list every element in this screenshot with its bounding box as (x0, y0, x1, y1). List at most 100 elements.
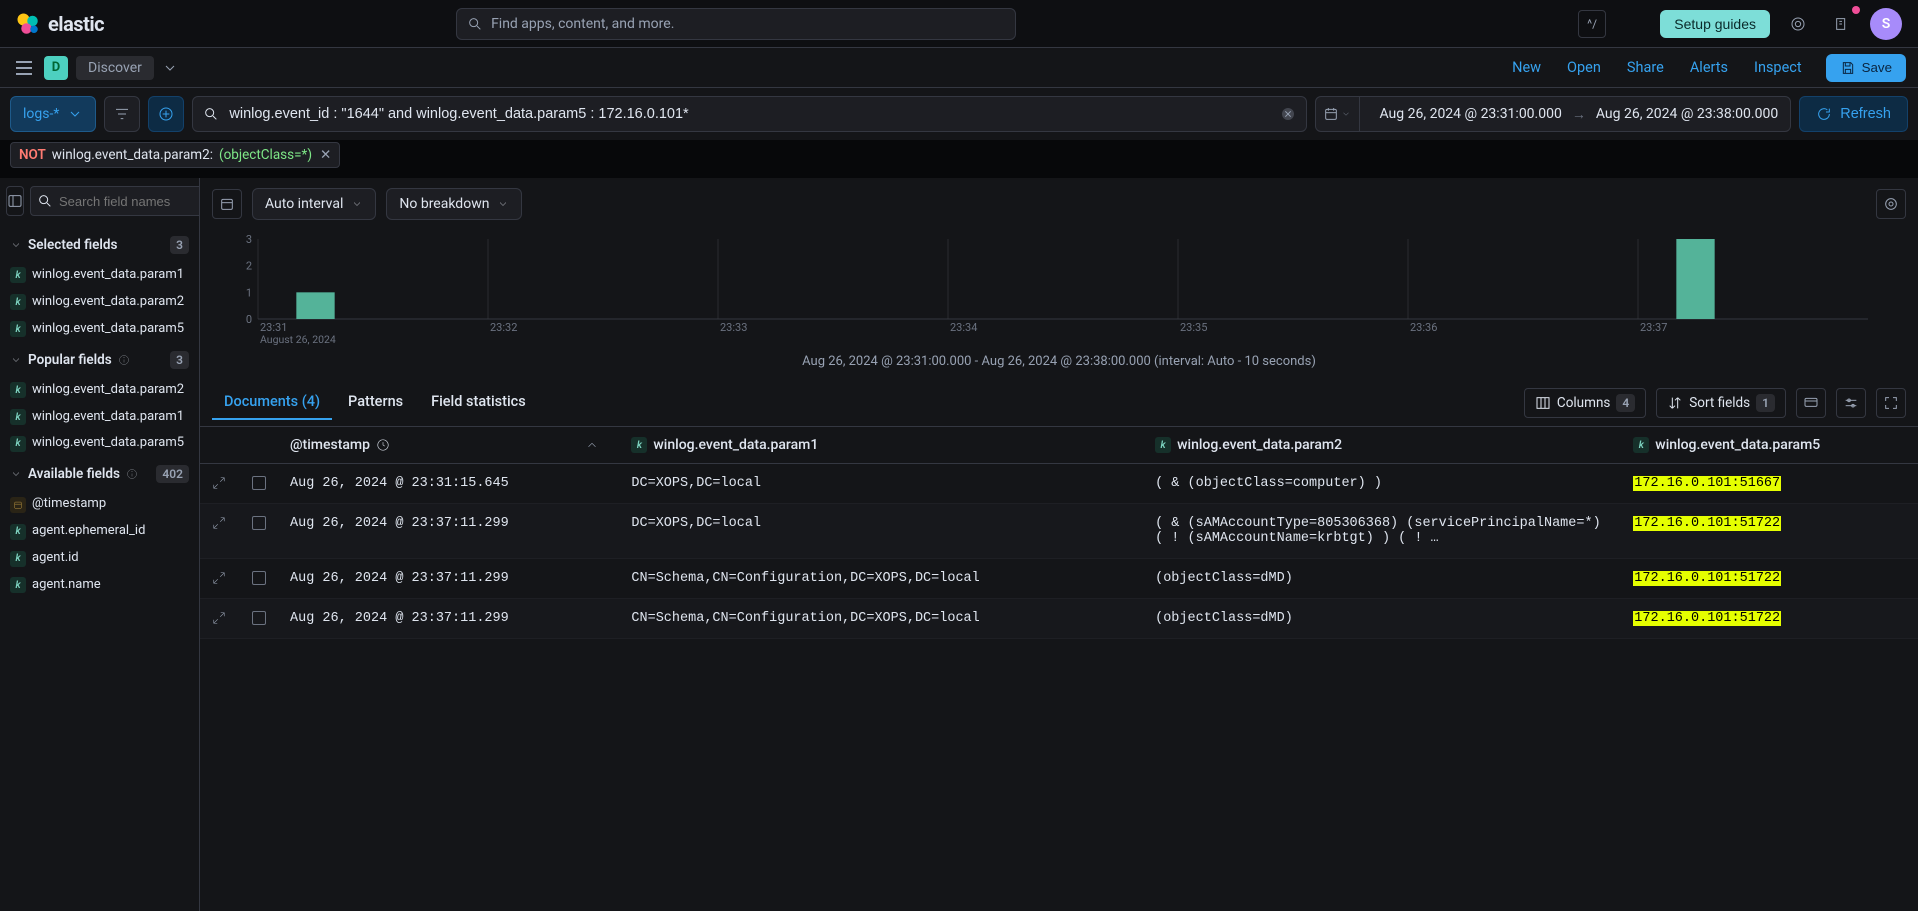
nav-inspect[interactable]: Inspect (1744, 53, 1812, 82)
table-row[interactable]: Aug 26, 2024 @ 23:31:15.645 DC=XOPS,DC=l… (200, 464, 1918, 504)
setup-guides-button[interactable]: Setup guides (1660, 10, 1770, 38)
column-param2[interactable]: k winlog.event_data.param2 (1143, 427, 1621, 464)
app-name-chip[interactable]: Discover (76, 56, 154, 80)
info-icon[interactable] (126, 468, 138, 480)
field-item[interactable]: kwinlog.event_data.param1 (6, 404, 193, 431)
tab-documents[interactable]: Documents (4) (212, 385, 332, 420)
row-checkbox[interactable] (252, 611, 266, 625)
date-to[interactable]: Aug 26, 2024 @ 23:38:00.000 (1596, 106, 1778, 122)
section-count: 402 (156, 465, 189, 483)
info-icon[interactable] (118, 354, 130, 366)
svg-text:August 26, 2024: August 26, 2024 (260, 333, 336, 346)
toggle-histogram-button[interactable] (212, 189, 242, 219)
field-name: agent.ephemeral_id (32, 523, 145, 540)
global-search[interactable]: Find apps, content, and more. (456, 8, 1016, 40)
available-fields-header[interactable]: Available fields 402 (6, 457, 193, 491)
lens-icon (1883, 196, 1899, 212)
date-from[interactable]: Aug 26, 2024 @ 23:31:00.000 (1380, 106, 1562, 122)
field-item[interactable]: kagent.id (6, 545, 193, 572)
chevron-down-icon (67, 106, 83, 122)
date-quick-select[interactable] (1316, 97, 1360, 131)
fullscreen-button[interactable] (1876, 388, 1906, 418)
refresh-button[interactable]: Refresh (1799, 96, 1908, 132)
column-timestamp[interactable]: @timestamp (278, 427, 619, 464)
nav-share[interactable]: Share (1617, 53, 1674, 82)
filter-menu-button[interactable] (104, 96, 140, 132)
newsfeed-icon[interactable] (1826, 8, 1858, 40)
expand-icon[interactable] (212, 516, 226, 530)
cell-param1: DC=XOPS,DC=local (619, 504, 1143, 559)
search-icon (37, 193, 53, 209)
field-type-keyword: k (10, 577, 26, 593)
table-row[interactable]: Aug 26, 2024 @ 23:37:11.299 DC=XOPS,DC=l… (200, 504, 1918, 559)
field-name: winlog.event_data.param5 (32, 435, 184, 452)
svg-text:23:32: 23:32 (490, 321, 517, 334)
kql-text[interactable] (227, 105, 1271, 123)
edit-visualization-button[interactable] (1876, 189, 1906, 219)
field-item[interactable]: kwinlog.event_data.param5 (6, 316, 193, 343)
field-item[interactable]: kwinlog.event_data.param1 (6, 262, 193, 289)
breakdown-selector[interactable]: No breakdown (386, 188, 522, 220)
row-checkbox[interactable] (252, 476, 266, 490)
tab-field-statistics[interactable]: Field statistics (419, 385, 538, 420)
cell-timestamp: Aug 26, 2024 @ 23:37:11.299 (278, 599, 619, 639)
column-param1[interactable]: k winlog.event_data.param1 (619, 427, 1143, 464)
display-options-button[interactable] (1796, 388, 1826, 418)
refresh-label: Refresh (1840, 106, 1891, 122)
filter-pills-row: NOT winlog.event_data.param2: (objectCla… (0, 140, 1918, 178)
nav-toggle-icon[interactable] (12, 56, 36, 80)
user-avatar[interactable]: S (1870, 8, 1902, 40)
help-icon[interactable] (1782, 8, 1814, 40)
field-type-date (10, 497, 26, 513)
cell-param5: 172.16.0.101:51722 (1621, 559, 1918, 599)
table-row[interactable]: Aug 26, 2024 @ 23:37:11.299 CN=Schema,CN… (200, 559, 1918, 599)
column-param5[interactable]: k winlog.event_data.param5 (1621, 427, 1918, 464)
sort-fields-button[interactable]: Sort fields 1 (1656, 388, 1786, 418)
filter-pill[interactable]: NOT winlog.event_data.param2: (objectCla… (10, 142, 340, 168)
search-icon (467, 16, 483, 32)
toggle-sidebar-button[interactable] (6, 186, 24, 216)
expand-icon[interactable] (212, 611, 226, 625)
clear-query-icon[interactable] (1280, 106, 1296, 122)
field-item[interactable]: kagent.name (6, 572, 193, 599)
pill-not: NOT (19, 147, 46, 163)
table-row[interactable]: Aug 26, 2024 @ 23:37:11.299 CN=Schema,CN… (200, 599, 1918, 639)
kql-input[interactable] (192, 96, 1306, 132)
data-view-selector[interactable]: logs-* (10, 96, 96, 132)
tab-patterns[interactable]: Patterns (336, 385, 415, 420)
date-picker[interactable]: Aug 26, 2024 @ 23:31:00.000 → Aug 26, 20… (1315, 96, 1792, 132)
settings-button[interactable] (1836, 388, 1866, 418)
close-icon[interactable]: ✕ (320, 147, 331, 163)
nav-alerts[interactable]: Alerts (1680, 53, 1738, 82)
field-name: winlog.event_data.param2 (32, 382, 184, 399)
field-search-input[interactable] (57, 193, 200, 210)
popular-fields-header[interactable]: Popular fields 3 (6, 343, 193, 377)
sort-asc-icon[interactable] (585, 438, 599, 452)
columns-button[interactable]: Columns 4 (1524, 388, 1646, 418)
expand-icon[interactable] (212, 476, 226, 490)
nav-open[interactable]: Open (1557, 53, 1611, 82)
selected-fields-header[interactable]: Selected fields 3 (6, 228, 193, 262)
chevron-down-icon[interactable] (162, 60, 178, 76)
field-item[interactable]: @timestamp (6, 491, 193, 518)
field-name: winlog.event_data.param5 (32, 321, 184, 338)
interval-selector[interactable]: Auto interval (252, 188, 376, 220)
save-button[interactable]: Save (1826, 54, 1906, 82)
elastic-logo[interactable]: elastic (16, 12, 104, 36)
field-item[interactable]: kwinlog.event_data.param2 (6, 377, 193, 404)
field-search[interactable] (30, 186, 200, 216)
field-item[interactable]: kwinlog.event_data.param2 (6, 289, 193, 316)
histogram-chart[interactable]: 012323:3123:3223:3323:3423:3523:3623:37A… (200, 230, 1918, 350)
pill-value: (objectClass=*) (219, 147, 312, 163)
field-name: agent.id (32, 550, 79, 567)
add-filter-button[interactable] (148, 96, 184, 132)
svg-text:23:33: 23:33 (720, 321, 747, 334)
expand-icon[interactable] (212, 571, 226, 585)
section-title: Selected fields (28, 237, 117, 253)
cell-param5: 172.16.0.101:51722 (1621, 599, 1918, 639)
nav-new[interactable]: New (1502, 53, 1551, 82)
row-checkbox[interactable] (252, 571, 266, 585)
row-checkbox[interactable] (252, 516, 266, 530)
field-item[interactable]: kwinlog.event_data.param5 (6, 430, 193, 457)
field-item[interactable]: kagent.ephemeral_id (6, 518, 193, 545)
